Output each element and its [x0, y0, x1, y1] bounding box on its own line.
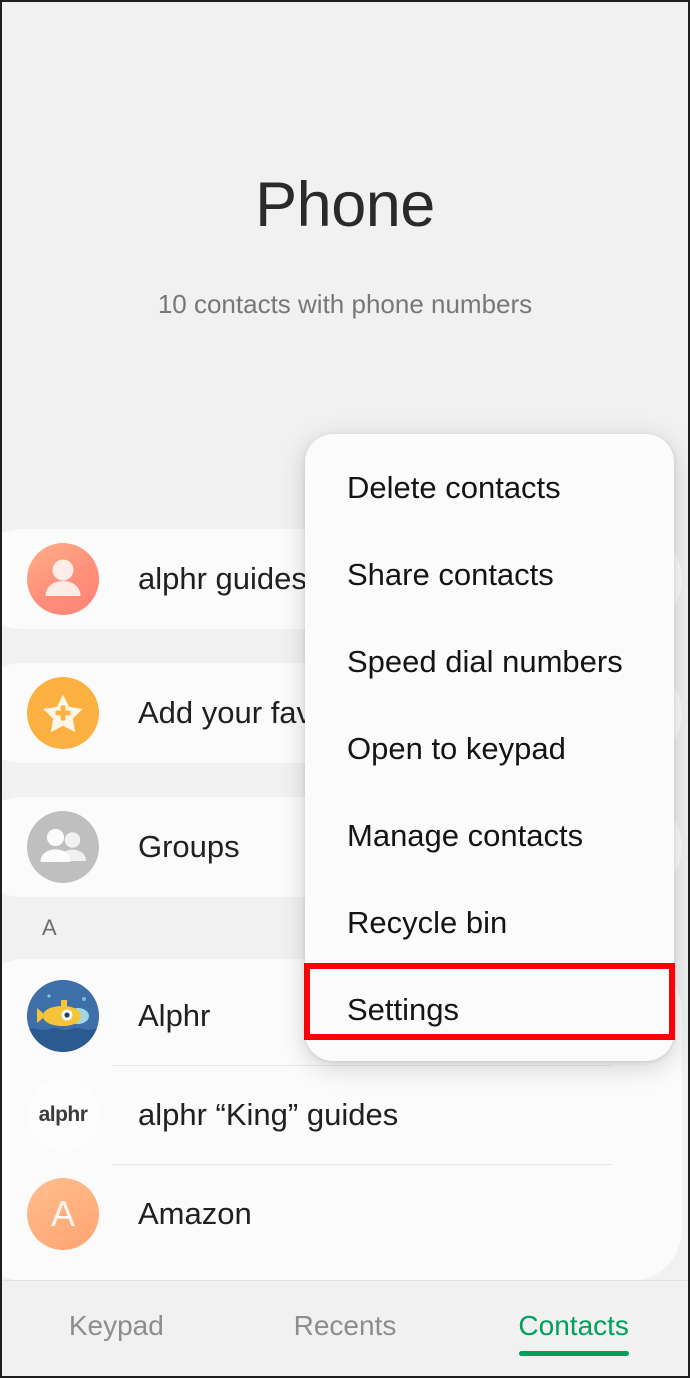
menu-item-delete-contacts[interactable]: Delete contacts [305, 444, 674, 531]
table-row[interactable]: alphr alphr “King” guides [2, 1066, 682, 1164]
bottom-navigation: Keypad Recents Contacts [2, 1280, 688, 1376]
list-item-label: Groups [138, 829, 240, 864]
star-plus-icon [27, 677, 99, 749]
section-header-label: A [42, 915, 57, 940]
overflow-menu: Delete contacts Share contacts Speed dia… [305, 434, 674, 1061]
alphr-logo-avatar: alphr [27, 1079, 99, 1151]
menu-item-recycle-bin[interactable]: Recycle bin [305, 879, 674, 966]
tab-keypad[interactable]: Keypad [2, 1310, 231, 1348]
contact-name: Amazon [138, 1196, 252, 1231]
menu-item-settings[interactable]: Settings [305, 966, 674, 1053]
tab-label: Contacts [518, 1309, 629, 1341]
letter-avatar: A [27, 1178, 99, 1250]
avatar-text: alphr [38, 1103, 88, 1126]
page-header: Phone 10 contacts with phone numbers [2, 2, 688, 320]
menu-item-speed-dial-numbers[interactable]: Speed dial numbers [305, 618, 674, 705]
page-title: Phone [255, 170, 435, 240]
tab-label: Keypad [68, 1309, 164, 1341]
contact-name: alphr “King” guides [138, 1097, 399, 1132]
list-item-label: alphr guides [138, 561, 307, 596]
person-icon [27, 543, 99, 615]
table-row[interactable]: A Amazon [2, 1165, 682, 1263]
contacts-count-subtitle: 10 contacts with phone numbers [157, 289, 533, 319]
menu-item-share-contacts[interactable]: Share contacts [305, 531, 674, 618]
groups-icon [27, 811, 99, 883]
menu-item-manage-contacts[interactable]: Manage contacts [305, 792, 674, 879]
tab-contacts[interactable]: Contacts [459, 1309, 688, 1356]
contact-name: Alphr [138, 998, 211, 1033]
submarine-avatar [27, 980, 99, 1052]
avatar-text: A [50, 1193, 75, 1234]
menu-item-open-to-keypad[interactable]: Open to keypad [305, 705, 674, 792]
tab-label: Recents [293, 1309, 397, 1341]
tab-recents[interactable]: Recents [231, 1310, 460, 1348]
active-tab-indicator [518, 1350, 629, 1356]
phone-app-screen: Phone 10 contacts with phone numbers alp… [0, 0, 690, 1378]
